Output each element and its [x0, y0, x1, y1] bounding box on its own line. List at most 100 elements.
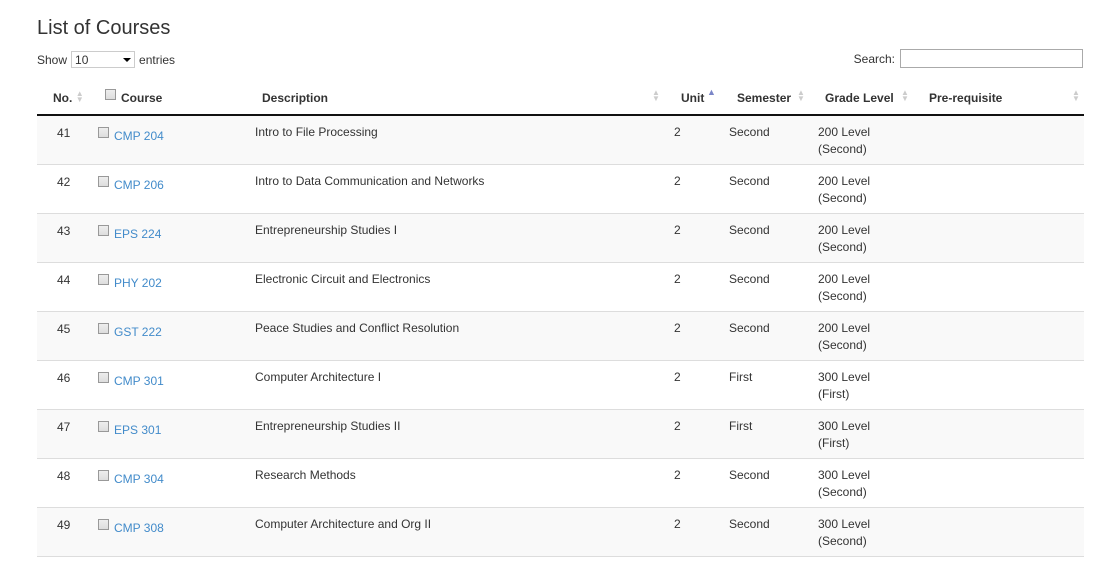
search-label: Search:	[853, 51, 895, 66]
course-unit: 2	[674, 174, 681, 188]
row-number: 42	[57, 175, 71, 189]
header-semester[interactable]: Semester	[737, 91, 791, 105]
row-checkbox[interactable]	[98, 519, 109, 530]
course-grade-level: 200 Level (Second)	[818, 174, 871, 205]
course-unit: 2	[674, 370, 681, 384]
course-unit: 2	[674, 223, 681, 237]
course-grade-level: 300 Level (Second)	[818, 468, 871, 499]
table-header: No. ▲ ▼ Course Description ▲ ▼ Unit ▲ Seme…	[37, 80, 1084, 116]
course-semester: Second	[729, 517, 770, 531]
entries-value: 10	[75, 52, 89, 67]
header-prerequisite[interactable]: Pre-requisite	[929, 91, 1002, 105]
table-body: 41 CMP 204 Intro to File Processing 2 Se…	[37, 116, 1084, 557]
course-link[interactable]: CMP 206	[114, 177, 164, 194]
row-number: 46	[57, 371, 71, 385]
course-semester: Second	[729, 174, 770, 188]
course-unit: 2	[674, 272, 681, 286]
entries-label: entries	[139, 52, 176, 67]
sort-icon: ▲ ▼	[652, 88, 660, 103]
course-grade-level: 200 Level (Second)	[818, 125, 871, 156]
course-semester: Second	[729, 321, 770, 335]
table-row: 49 CMP 308 Computer Architecture and Org…	[37, 508, 1084, 557]
courses-table: No. ▲ ▼ Course Description ▲ ▼ Unit ▲ Seme…	[37, 80, 1084, 557]
search-box: Search:	[854, 49, 1083, 68]
row-number: 48	[57, 469, 71, 483]
header-unit[interactable]: Unit	[681, 91, 704, 105]
entries-length: Show 10 entries	[37, 51, 175, 68]
row-number: 47	[57, 420, 71, 434]
course-description: Intro to Data Communication and Networks	[255, 174, 485, 188]
search-input[interactable]	[900, 49, 1083, 68]
course-link[interactable]: GST 222	[114, 324, 162, 341]
table-row: 48 CMP 304 Research Methods 2 Second 300…	[37, 459, 1084, 508]
table-row: 43 EPS 224 Entrepreneurship Studies I 2 …	[37, 214, 1084, 263]
table-row: 47 EPS 301 Entrepreneurship Studies II 2…	[37, 410, 1084, 459]
row-checkbox[interactable]	[98, 225, 109, 236]
course-link[interactable]: CMP 304	[114, 471, 164, 488]
course-description: Intro to File Processing	[255, 125, 378, 139]
row-number: 45	[57, 322, 71, 336]
course-grade-level: 200 Level (Second)	[818, 223, 871, 254]
course-link[interactable]: CMP 301	[114, 373, 164, 390]
chevron-down-icon	[123, 57, 132, 62]
row-checkbox[interactable]	[98, 274, 109, 285]
course-grade-level: 300 Level (Second)	[818, 517, 871, 548]
course-link[interactable]: PHY 202	[114, 275, 162, 292]
row-checkbox[interactable]	[98, 176, 109, 187]
course-link[interactable]: EPS 224	[114, 226, 161, 243]
row-checkbox[interactable]	[98, 323, 109, 334]
row-number: 43	[57, 224, 71, 238]
header-grade-level[interactable]: Grade Level	[825, 91, 894, 105]
course-semester: Second	[729, 272, 770, 286]
row-number: 49	[57, 518, 71, 532]
header-no-label: No.	[53, 91, 73, 105]
course-unit: 2	[674, 125, 681, 139]
sort-ascending-icon: ▲	[707, 87, 716, 97]
course-grade-level: 300 Level (First)	[818, 370, 871, 401]
entries-select[interactable]: 10	[71, 51, 136, 68]
course-description: Computer Architecture I	[255, 370, 382, 384]
course-semester: Second	[729, 125, 770, 139]
table-row: 45 GST 222 Peace Studies and Conflict Re…	[37, 312, 1084, 361]
course-unit: 2	[674, 419, 681, 433]
sort-icon: ▲ ▼	[1072, 88, 1080, 103]
row-checkbox[interactable]	[98, 470, 109, 481]
row-checkbox[interactable]	[98, 127, 109, 138]
header-course[interactable]: Course	[121, 91, 162, 105]
course-semester: Second	[729, 468, 770, 482]
sort-icon: ▲ ▼	[797, 88, 805, 103]
course-description: Entrepreneurship Studies II	[255, 419, 401, 433]
table-row: 42 CMP 206 Intro to Data Communication a…	[37, 165, 1084, 214]
course-description: Entrepreneurship Studies I	[255, 223, 398, 237]
table-row: 44 PHY 202 Electronic Circuit and Electr…	[37, 263, 1084, 312]
course-grade-level: 300 Level (First)	[818, 419, 871, 450]
course-description: Peace Studies and Conflict Resolution	[255, 321, 460, 335]
course-link[interactable]: EPS 301	[114, 422, 161, 439]
course-unit: 2	[674, 321, 681, 335]
course-link[interactable]: CMP 308	[114, 520, 164, 537]
sort-icon: ▲ ▼	[901, 88, 909, 103]
row-number: 41	[57, 126, 71, 140]
course-grade-level: 200 Level (Second)	[818, 272, 871, 303]
course-description: Electronic Circuit and Electronics	[255, 272, 431, 286]
course-description: Computer Architecture and Org II	[255, 517, 432, 531]
page-title: List of Courses	[37, 17, 171, 39]
course-semester: First	[729, 419, 753, 433]
course-grade-level: 200 Level (Second)	[818, 321, 871, 352]
course-description: Research Methods	[255, 468, 356, 482]
table-row: 46 CMP 301 Computer Architecture I 2 Fir…	[37, 361, 1084, 410]
course-link[interactable]: CMP 204	[114, 128, 164, 145]
course-unit: 2	[674, 468, 681, 482]
course-unit: 2	[674, 517, 681, 531]
header-description[interactable]: Description	[262, 91, 328, 105]
select-all-checkbox[interactable]	[105, 89, 116, 100]
course-semester: Second	[729, 223, 770, 237]
header-no[interactable]: No. ▲ ▼	[53, 89, 84, 106]
show-label: Show	[37, 52, 68, 67]
sort-icon: ▲ ▼	[75, 89, 84, 104]
course-semester: First	[729, 370, 753, 384]
row-number: 44	[57, 273, 71, 287]
table-row: 41 CMP 204 Intro to File Processing 2 Se…	[37, 116, 1084, 165]
row-checkbox[interactable]	[98, 421, 109, 432]
row-checkbox[interactable]	[98, 372, 109, 383]
